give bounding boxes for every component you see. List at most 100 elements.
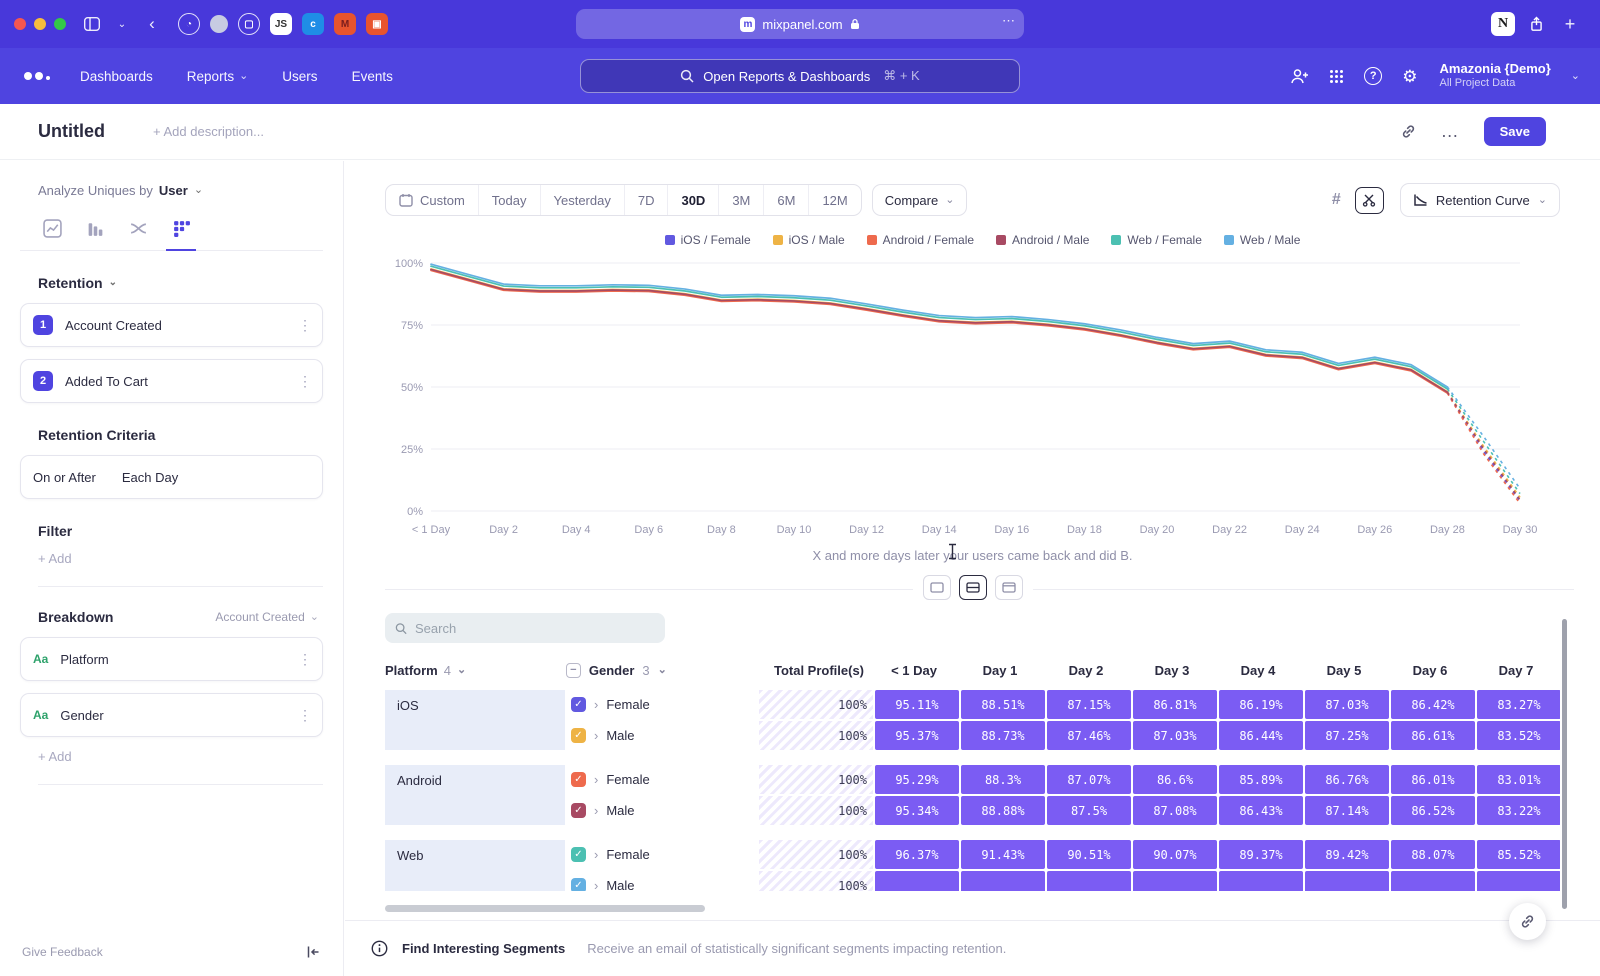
range-30d[interactable]: 30D bbox=[667, 185, 718, 215]
share-icon[interactable] bbox=[1529, 16, 1544, 32]
range-custom[interactable]: Custom bbox=[386, 185, 478, 215]
retention-value-cell[interactable]: 95.11% bbox=[875, 690, 959, 719]
retention-value-cell[interactable] bbox=[1477, 871, 1560, 891]
retention-value-cell[interactable]: 86.01% bbox=[1391, 765, 1475, 794]
breakdown-add-button[interactable]: + Add bbox=[38, 749, 323, 785]
retention-value-cell[interactable]: 86.76% bbox=[1305, 765, 1389, 794]
retention-value-cell[interactable]: 90.51% bbox=[1047, 840, 1131, 869]
gender-cell[interactable]: ✓›Male bbox=[567, 721, 757, 750]
platform-cell[interactable]: Android bbox=[385, 765, 565, 825]
notion-extension-icon[interactable]: N bbox=[1491, 12, 1515, 36]
chevron-down-icon[interactable]: ⌄ bbox=[110, 12, 134, 36]
column-header-day-7[interactable]: Day 7 bbox=[1474, 663, 1558, 678]
retention-step-added-to-cart[interactable]: 2Added To Cart⋮ bbox=[20, 359, 323, 403]
column-header-day-5[interactable]: Day 5 bbox=[1302, 663, 1386, 678]
settings-gear-icon[interactable]: ⚙ bbox=[1402, 68, 1417, 85]
maximize-window-button[interactable] bbox=[54, 18, 66, 30]
nav-item-reports[interactable]: Reports⌄ bbox=[187, 69, 249, 84]
retention-value-cell[interactable]: 86.42% bbox=[1391, 690, 1475, 719]
split-view-button[interactable] bbox=[959, 575, 987, 600]
retention-section-title[interactable]: Retention bbox=[38, 275, 103, 291]
retention-value-cell[interactable] bbox=[961, 871, 1045, 891]
column-header-day-4[interactable]: Day 4 bbox=[1216, 663, 1300, 678]
global-search-button[interactable]: Open Reports & Dashboards ⌘ + K bbox=[580, 59, 1020, 93]
retention-value-cell[interactable]: 87.03% bbox=[1305, 690, 1389, 719]
share-link-fab[interactable] bbox=[1509, 903, 1546, 940]
expand-chevron-icon[interactable]: › bbox=[594, 728, 598, 743]
back-button[interactable]: ‹ bbox=[140, 12, 164, 36]
filter-add-button[interactable]: + Add bbox=[38, 551, 323, 587]
legend-ios-male[interactable]: iOS / Male bbox=[773, 233, 845, 247]
retention-value-cell[interactable]: 90.07% bbox=[1133, 840, 1217, 869]
gender-cell[interactable]: ✓›Female bbox=[567, 690, 757, 719]
new-tab-button[interactable]: + bbox=[1558, 12, 1582, 36]
legend-android-male[interactable]: Android / Male bbox=[996, 233, 1089, 247]
chart-type-dropdown[interactable]: Retention Curve ⌄ bbox=[1400, 183, 1560, 217]
retention-value-cell[interactable]: 87.07% bbox=[1047, 765, 1131, 794]
retention-value-cell[interactable]: 95.34% bbox=[875, 796, 959, 825]
retention-value-cell[interactable]: 88.51% bbox=[961, 690, 1045, 719]
compare-button[interactable]: Compare ⌄ bbox=[872, 184, 968, 216]
breakdown-scope-dropdown[interactable]: Account Created ⌄ bbox=[215, 610, 323, 624]
checkbox-icon[interactable]: ✓ bbox=[571, 878, 586, 891]
kebab-menu-icon[interactable]: ⋮ bbox=[298, 373, 312, 390]
platform-cell[interactable]: Web bbox=[385, 840, 565, 891]
criteria-on-or-after[interactable]: On or After bbox=[33, 470, 96, 485]
retention-value-cell[interactable]: 87.5% bbox=[1047, 796, 1131, 825]
horizontal-scrollbar[interactable] bbox=[385, 905, 705, 912]
column-header-day-1[interactable]: Day 1 bbox=[958, 663, 1042, 678]
expand-chevron-icon[interactable]: › bbox=[594, 772, 598, 787]
gender-cell[interactable]: ✓›Female bbox=[567, 765, 757, 794]
more-options-button[interactable]: … bbox=[1441, 121, 1460, 142]
gender-cell[interactable]: ✓›Male bbox=[567, 796, 757, 825]
retention-value-cell[interactable]: 86.6% bbox=[1133, 765, 1217, 794]
column-header-day-2[interactable]: Day 2 bbox=[1044, 663, 1128, 678]
table-search-input[interactable] bbox=[415, 621, 655, 636]
invite-user-icon[interactable] bbox=[1290, 68, 1309, 85]
checkbox-icon[interactable]: ✓ bbox=[571, 772, 586, 787]
retention-value-cell[interactable]: 86.19% bbox=[1219, 690, 1303, 719]
table-only-view-button[interactable] bbox=[995, 575, 1023, 600]
breakdown-platform[interactable]: AaPlatform⋮ bbox=[20, 637, 323, 681]
vertical-scrollbar[interactable] bbox=[1562, 619, 1567, 909]
extension-blue-c-icon[interactable]: c bbox=[302, 13, 324, 35]
retention-value-cell[interactable]: 91.43% bbox=[961, 840, 1045, 869]
retention-value-cell[interactable]: 85.89% bbox=[1219, 765, 1303, 794]
range-today[interactable]: Today bbox=[478, 185, 540, 215]
url-more-icon[interactable]: ⋯ bbox=[1002, 13, 1016, 29]
retention-value-cell[interactable]: 83.27% bbox=[1477, 690, 1560, 719]
column-header-platform[interactable]: Platform 4 ⌄ bbox=[385, 663, 564, 678]
retention-value-cell[interactable]: 95.37% bbox=[875, 721, 959, 750]
extension-red-badge-icon[interactable]: M bbox=[334, 13, 356, 35]
gender-cell[interactable]: ✓›Female bbox=[567, 840, 757, 869]
chart-only-view-button[interactable] bbox=[923, 575, 951, 600]
address-bar[interactable]: m mixpanel.com ⋯ bbox=[576, 9, 1024, 39]
extension-orange-play-icon[interactable]: ▣ bbox=[366, 13, 388, 35]
nav-item-dashboards[interactable]: Dashboards bbox=[80, 69, 153, 84]
breakdown-gender[interactable]: AaGender⋮ bbox=[20, 693, 323, 737]
expand-chevron-icon[interactable]: › bbox=[594, 878, 598, 891]
tab-funnels[interactable] bbox=[85, 218, 105, 238]
retention-value-cell[interactable]: 86.61% bbox=[1391, 721, 1475, 750]
nav-item-events[interactable]: Events bbox=[352, 69, 393, 84]
column-header-day-3[interactable]: Day 3 bbox=[1130, 663, 1214, 678]
extension-timer-icon[interactable]: ◔ bbox=[178, 13, 200, 35]
kebab-menu-icon[interactable]: ⋮ bbox=[298, 651, 312, 668]
range-12m[interactable]: 12M bbox=[808, 185, 860, 215]
retention-criteria-row[interactable]: On or After Each Day bbox=[20, 455, 323, 499]
retention-value-cell[interactable]: 87.03% bbox=[1133, 721, 1217, 750]
retention-value-cell[interactable] bbox=[1047, 871, 1131, 891]
expand-chevron-icon[interactable]: › bbox=[594, 847, 598, 862]
retention-value-cell[interactable]: 88.73% bbox=[961, 721, 1045, 750]
retention-value-cell[interactable]: 83.01% bbox=[1477, 765, 1560, 794]
retention-value-cell[interactable]: 96.37% bbox=[875, 840, 959, 869]
report-title[interactable]: Untitled bbox=[38, 121, 105, 142]
tab-flows[interactable] bbox=[128, 218, 148, 238]
gender-cell[interactable]: ✓›Male bbox=[567, 871, 757, 891]
retention-value-cell[interactable]: 83.22% bbox=[1477, 796, 1560, 825]
retention-value-cell[interactable]: 86.81% bbox=[1133, 690, 1217, 719]
retention-value-cell[interactable]: 88.07% bbox=[1391, 840, 1475, 869]
retention-value-cell[interactable]: 86.43% bbox=[1219, 796, 1303, 825]
legend-web-male[interactable]: Web / Male bbox=[1224, 233, 1300, 247]
retention-value-cell[interactable]: 87.46% bbox=[1047, 721, 1131, 750]
